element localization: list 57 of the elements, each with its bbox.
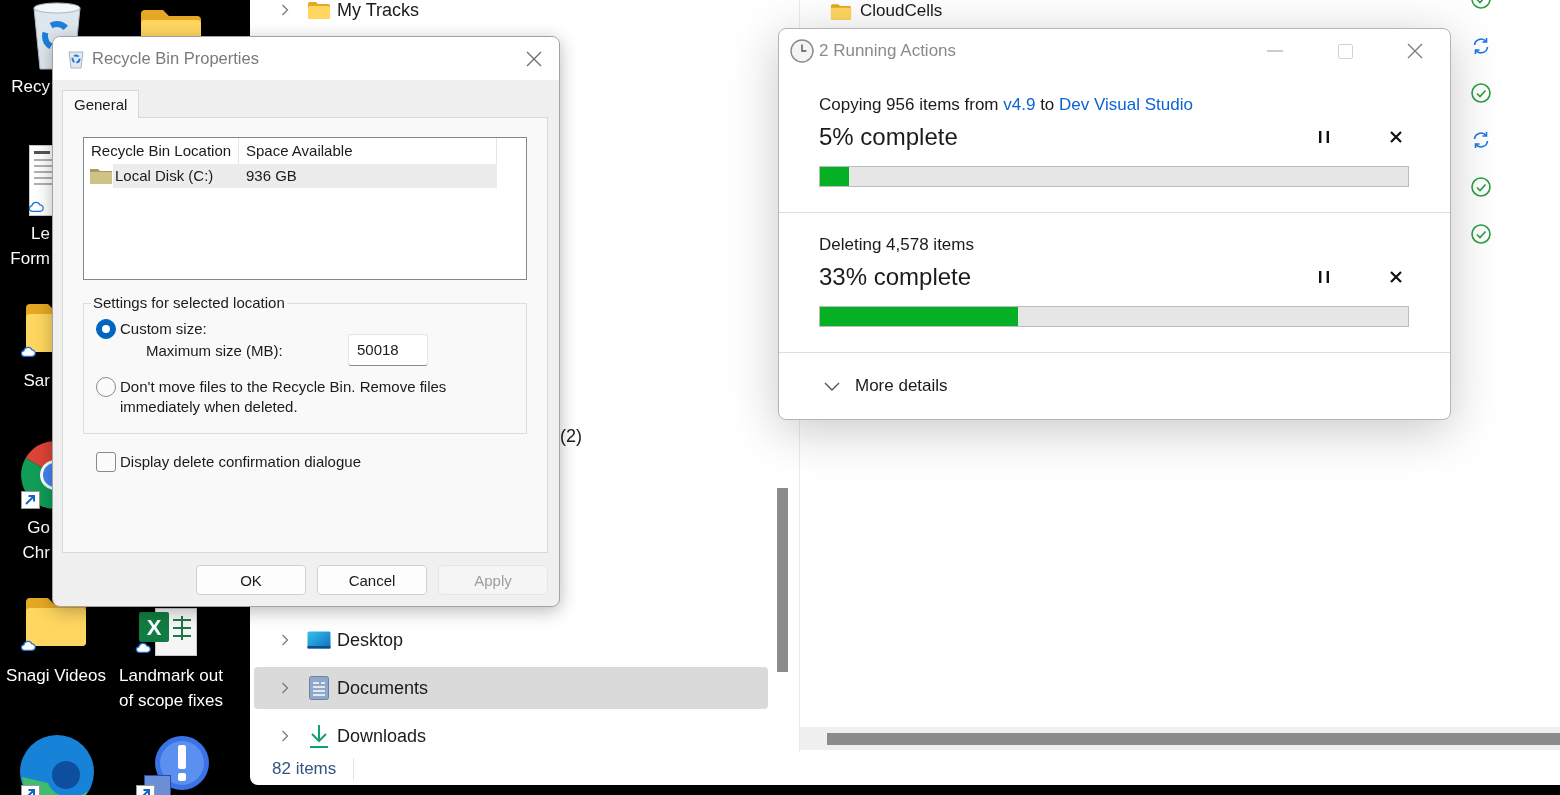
location-link[interactable]: Dev Visual Studio — [1059, 95, 1193, 114]
folder-icon — [830, 2, 852, 20]
dialog-title: 2 Running Actions — [819, 41, 957, 61]
dialog-title: Recycle Bin Properties — [92, 49, 259, 68]
radio-button[interactable] — [96, 377, 116, 397]
icon-label: Go Chr — [21, 517, 50, 564]
close-icon[interactable] — [1390, 271, 1402, 283]
nav-item[interactable]: (2) — [560, 425, 582, 447]
chevron-right-icon[interactable] — [281, 634, 289, 646]
checkbox-label: Display delete confirmation dialogue — [120, 452, 361, 472]
chevron-right-icon[interactable] — [281, 4, 289, 16]
progress-label: 5% complete — [819, 122, 958, 152]
nav-item[interactable]: My Tracks — [254, 0, 768, 31]
dialog-button[interactable]: Cancel — [317, 565, 427, 595]
chevron-down-icon[interactable] — [824, 381, 840, 391]
icon-label: Landmark out of scope fixes — [118, 665, 224, 712]
nav-item[interactable]: Downloads — [254, 715, 768, 752]
checkbox[interactable] — [96, 452, 116, 472]
folder-icon — [90, 168, 112, 184]
group-legend: Settings for selected location — [91, 293, 287, 313]
radio-button[interactable] — [96, 319, 116, 339]
icon-label: Le Form — [9, 223, 50, 270]
icon-label: Recy — [10, 76, 50, 98]
item-count: 82 items — [272, 758, 337, 779]
nav-item[interactable]: Desktop — [254, 619, 768, 661]
close-icon[interactable] — [1390, 131, 1402, 143]
nav-item[interactable]: Documents — [254, 667, 768, 709]
table-cell-text: Local Disk (C:) — [114, 166, 215, 186]
pause-icon[interactable] — [1319, 131, 1329, 143]
more-details-button[interactable]: More details — [824, 376, 948, 396]
field-label: Maximum size (MB): — [146, 341, 284, 359]
action-description: Deleting 4,578 items — [819, 235, 975, 255]
document-icon[interactable] — [29, 145, 52, 216]
progress-label: 33% complete — [819, 262, 972, 292]
icon-label: Sar — [22, 370, 50, 392]
chevron-right-icon[interactable] — [281, 730, 289, 742]
folder-icon — [307, 1, 331, 19]
clock-icon — [790, 39, 814, 63]
dialog-button[interactable]: OK — [196, 565, 306, 595]
radio-label: Don't move files to the Recycle Bin. Remove files immediately when deleted. — [120, 377, 448, 417]
document-icon — [309, 676, 329, 700]
scrollbar-thumb[interactable] — [777, 488, 788, 672]
chevron-right-icon[interactable] — [281, 682, 289, 694]
scrollbar-thumb[interactable] — [827, 732, 1560, 745]
action-description: Copying 956 items from v4.9 to Dev Visual Studio — [819, 95, 1194, 115]
tab[interactable]: General — [62, 90, 140, 118]
location-link[interactable]: v4.9 — [1003, 95, 1036, 114]
pause-icon[interactable] — [1319, 271, 1329, 283]
swirl-logo-icon[interactable] — [18, 733, 96, 795]
max-size-field[interactable]: 50018 — [348, 334, 428, 366]
table-cell-text: 936 GB — [245, 166, 297, 186]
monitor-icon — [307, 631, 331, 649]
icon-label: Snagi Videos — [5, 665, 107, 687]
list-row[interactable]: Local Disk (C:) 936 GB — [113, 164, 497, 188]
radio-label: Custom size: — [120, 319, 208, 339]
file-name[interactable]: CloudCells — [860, 1, 943, 21]
download-icon — [308, 724, 330, 748]
